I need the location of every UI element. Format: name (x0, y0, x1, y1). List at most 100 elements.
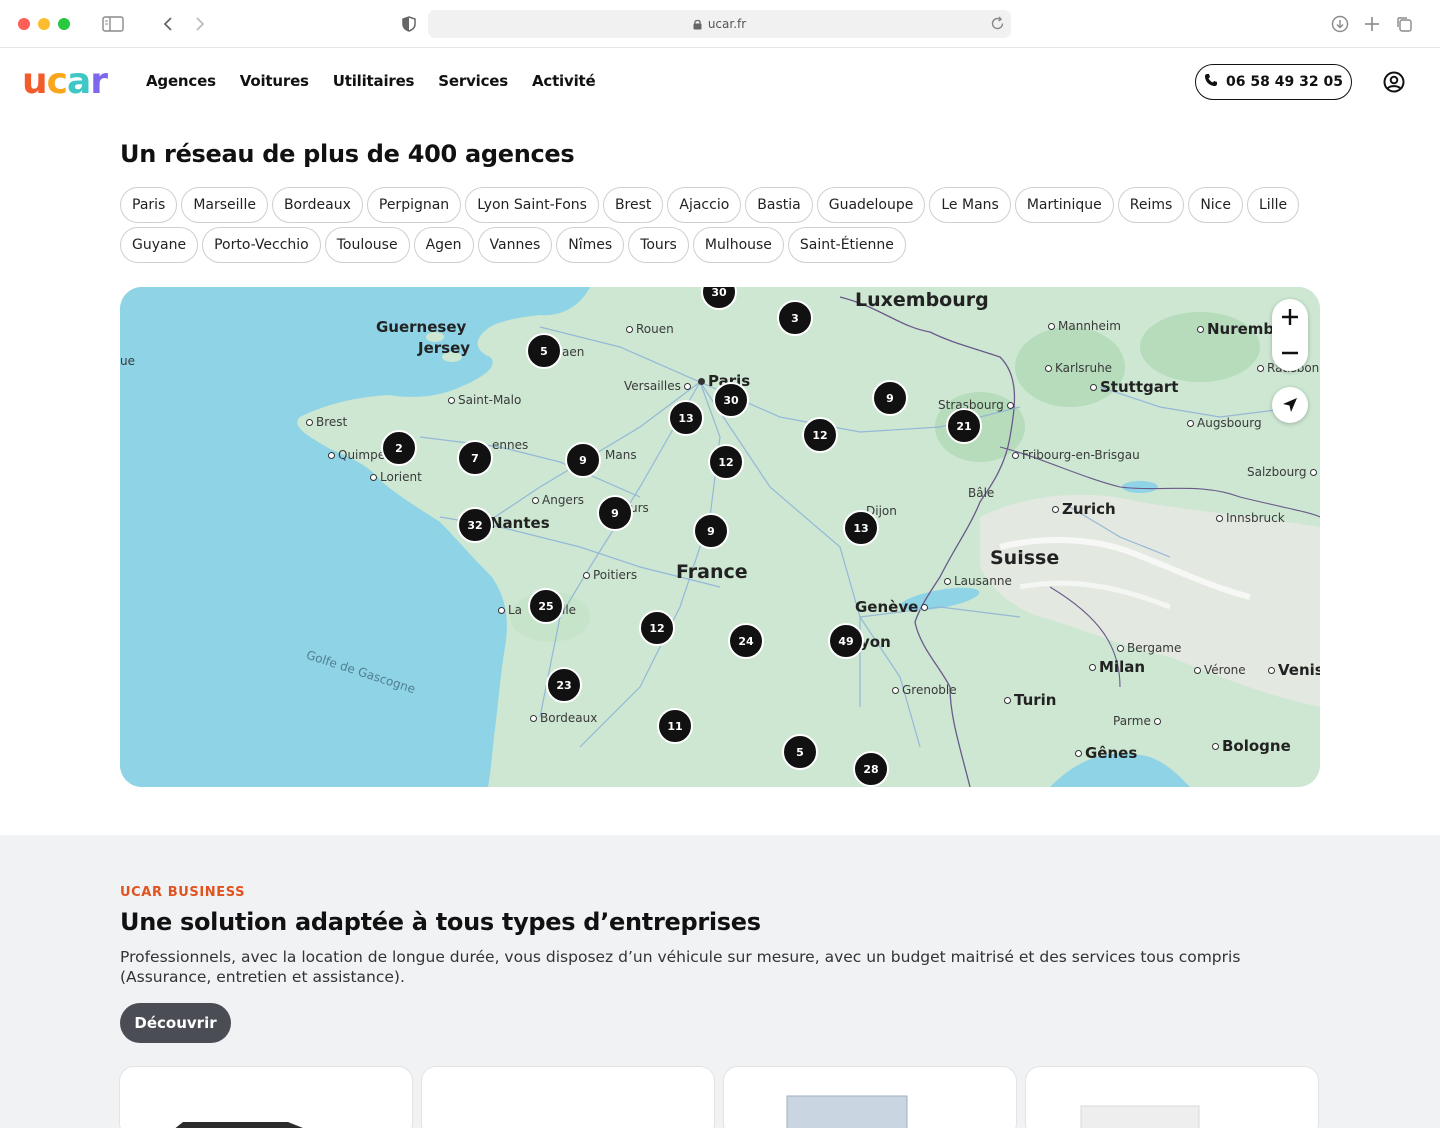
place-dot-icon (1197, 326, 1204, 333)
address-bar[interactable]: ucar.fr (428, 10, 1011, 38)
agency-cluster-marker[interactable]: 28 (853, 751, 889, 787)
city-chip[interactable]: Bastia (745, 187, 813, 223)
city-chip[interactable]: Paris (120, 187, 178, 223)
agency-cluster-marker[interactable]: 2 (381, 430, 417, 466)
discover-button[interactable]: Découvrir (120, 1003, 231, 1043)
city-chip[interactable]: Toulouse (324, 227, 410, 263)
zoom-window-button[interactable] (58, 18, 70, 30)
zoom-out-button[interactable] (1272, 335, 1308, 371)
agency-cluster-marker[interactable]: 12 (802, 417, 838, 453)
agency-cluster-marker[interactable]: 21 (946, 408, 982, 444)
map-label-strasbourg: Strasbourg (938, 398, 1014, 412)
agency-cluster-marker[interactable]: 5 (782, 734, 818, 770)
city-chip[interactable]: Martinique (1014, 187, 1114, 223)
map-label-karlsruhe: Karlsruhe (1045, 361, 1112, 375)
city-chip[interactable]: Mulhouse (692, 227, 784, 263)
reload-icon[interactable] (990, 16, 1005, 34)
city-chip[interactable]: Saint-Étienne (787, 227, 906, 263)
map-label-genes: Gênes (1075, 744, 1137, 762)
vehicle-card[interactable] (120, 1067, 412, 1128)
tab-overview-icon[interactable] (1393, 13, 1415, 35)
phone-icon (1204, 73, 1218, 91)
nav-activite[interactable]: Activité (532, 72, 596, 90)
agency-cluster-marker[interactable]: 7 (457, 440, 493, 476)
agency-cluster-marker[interactable]: 24 (728, 623, 764, 659)
agency-cluster-marker[interactable]: 9 (597, 495, 633, 531)
zoom-in-button[interactable] (1272, 299, 1308, 335)
sidebar-icon[interactable] (102, 13, 124, 35)
map-label-salzbourg: Salzbourg (1247, 465, 1317, 479)
place-dot-icon (1006, 402, 1014, 409)
city-chip[interactable]: Brest (602, 187, 664, 223)
city-chip[interactable]: Guadeloupe (816, 187, 926, 223)
agency-cluster-marker[interactable]: 9 (872, 380, 908, 416)
phone-number: 06 58 49 32 05 (1226, 74, 1343, 90)
agency-cluster-marker[interactable]: 12 (639, 610, 675, 646)
city-chip[interactable]: Reims (1117, 187, 1185, 223)
place-dot-icon (1268, 667, 1275, 674)
agency-cluster-marker[interactable]: 13 (668, 400, 704, 436)
agencies-title: Un réseau de plus de 400 agences (120, 140, 575, 168)
shield-icon[interactable] (398, 13, 420, 35)
place-dot-icon (370, 474, 377, 481)
city-chip[interactable]: Guyane (120, 227, 199, 263)
ucar-logo[interactable]: ucar (22, 61, 108, 102)
new-tab-icon[interactable] (1361, 13, 1383, 35)
zoom-controls (1272, 299, 1308, 371)
minimize-window-button[interactable] (38, 18, 50, 30)
place-dot-icon (1075, 750, 1082, 757)
agency-cluster-marker[interactable]: 13 (843, 510, 879, 546)
agency-cluster-marker[interactable]: 49 (828, 623, 864, 659)
map-label-augsbourg: Augsbourg (1187, 416, 1262, 430)
city-chip[interactable]: Porto-Vecchio (202, 227, 321, 263)
agency-cluster-marker[interactable]: 11 (657, 708, 693, 744)
plus-icon (1282, 309, 1298, 325)
agencies-map[interactable]: Guernesey Jersey Rouen aen Versailles Pa… (120, 287, 1320, 787)
agency-cluster-marker[interactable]: 23 (546, 667, 582, 703)
agency-cluster-marker[interactable]: 9 (693, 513, 729, 549)
agency-cluster-marker[interactable]: 12 (708, 444, 744, 480)
forward-icon[interactable] (189, 13, 211, 35)
map-label-bordeaux: Bordeaux (530, 711, 597, 725)
locate-me-button[interactable] (1272, 387, 1308, 423)
city-chip[interactable]: Tours (628, 227, 689, 263)
city-chip[interactable]: Vannes (477, 227, 553, 263)
place-dot-icon (683, 383, 691, 390)
vehicle-card[interactable] (1026, 1067, 1318, 1128)
place-dot-icon (1048, 323, 1055, 330)
map-label-versailles: Versailles (624, 379, 691, 393)
city-chip[interactable]: Perpignan (366, 187, 462, 223)
place-dot-icon (448, 397, 455, 404)
logo-letter: c (46, 61, 68, 102)
vehicle-card[interactable] (724, 1067, 1016, 1128)
agency-cluster-marker[interactable]: 3 (777, 300, 813, 336)
city-chip[interactable]: Ajaccio (667, 187, 742, 223)
nav-agences[interactable]: Agences (146, 72, 216, 90)
back-icon[interactable] (157, 13, 179, 35)
agency-cluster-marker[interactable]: 9 (565, 442, 601, 478)
nav-voitures[interactable]: Voitures (240, 72, 309, 90)
close-window-button[interactable] (18, 18, 30, 30)
site-header: ucar Agences Voitures Utilitaires Servic… (0, 48, 1440, 116)
city-chip[interactable]: Lyon Saint-Fons (465, 187, 599, 223)
agency-cluster-marker[interactable]: 30 (713, 382, 749, 418)
phone-button[interactable]: 06 58 49 32 05 (1195, 64, 1352, 100)
agency-cluster-marker[interactable]: 5 (526, 333, 562, 369)
city-chip[interactable]: Agen (413, 227, 474, 263)
agency-cluster-marker[interactable]: 32 (457, 507, 493, 543)
agency-cluster-marker[interactable]: 25 (528, 588, 564, 624)
download-icon[interactable] (1329, 13, 1351, 35)
map-label-verone: Vérone (1194, 663, 1246, 677)
map-label-mannheim: Mannheim (1048, 319, 1121, 333)
city-chip[interactable]: Bordeaux (271, 187, 363, 223)
vehicle-card[interactable] (422, 1067, 714, 1128)
account-icon[interactable] (1382, 70, 1406, 94)
nav-utilitaires[interactable]: Utilitaires (333, 72, 415, 90)
city-chip[interactable]: Le Mans (929, 187, 1011, 223)
map-label-rennes: ennes (492, 438, 529, 452)
nav-services[interactable]: Services (438, 72, 508, 90)
city-chip[interactable]: Nîmes (556, 227, 625, 263)
city-chip[interactable]: Marseille (181, 187, 268, 223)
city-chip[interactable]: Nice (1188, 187, 1243, 223)
city-chip[interactable]: Lille (1247, 187, 1300, 223)
